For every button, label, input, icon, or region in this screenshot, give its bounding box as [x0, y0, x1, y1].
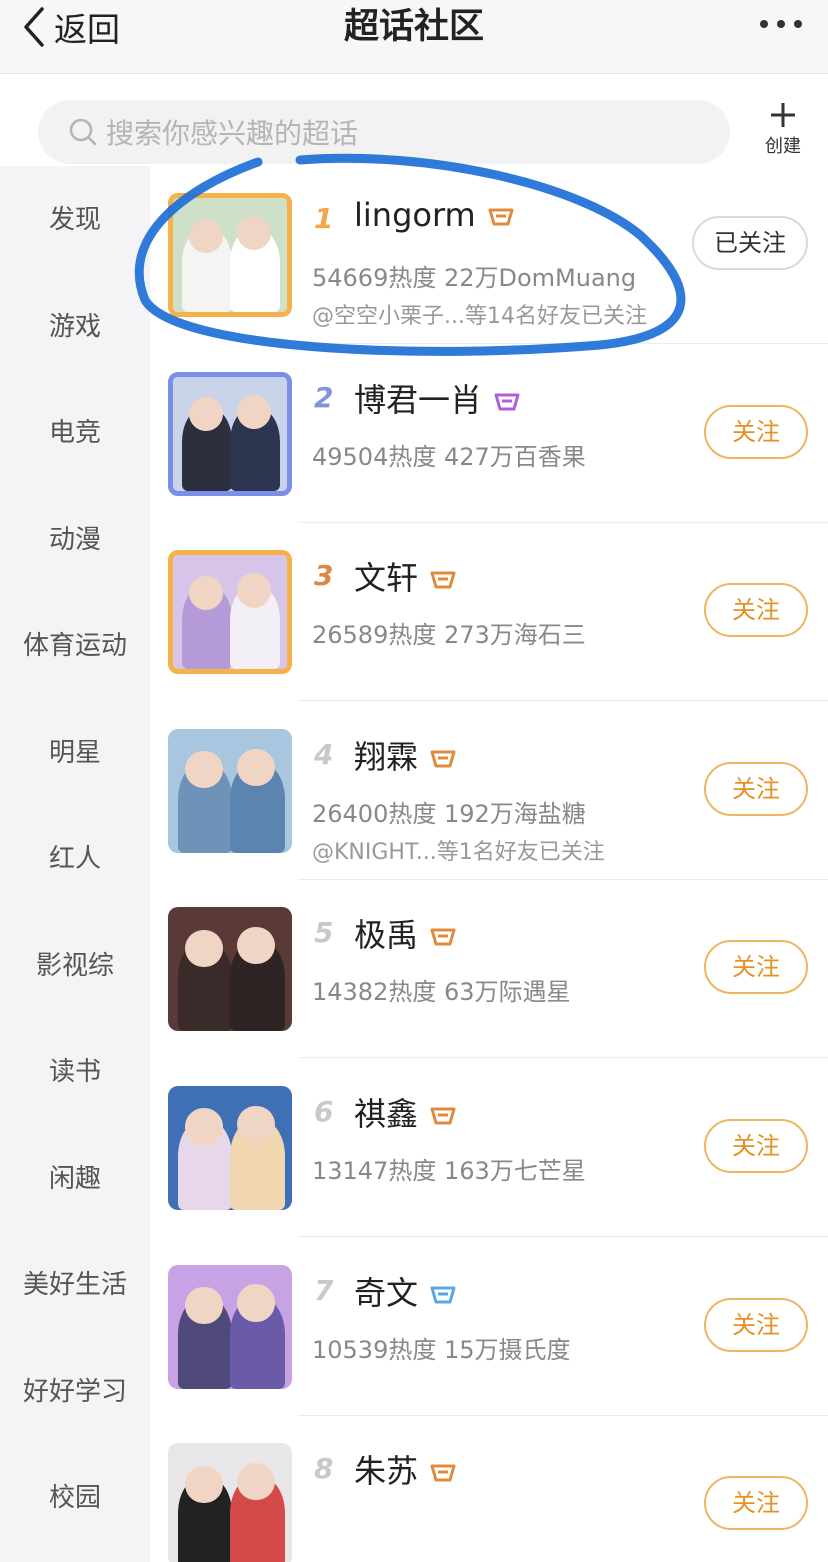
sidebar-item[interactable]: 校园 — [0, 1478, 150, 1518]
topic-stats: 10539热度 15万摄氏度 — [312, 1335, 571, 1364]
topic-name[interactable]: 奇文 — [354, 1268, 458, 1314]
topic-name[interactable]: 博君一肖 — [354, 375, 522, 421]
sidebar-item[interactable]: 动漫 — [0, 520, 150, 560]
list-item[interactable]: 7 奇文 10539热度 15万摄氏度 关注 — [150, 1238, 828, 1416]
topic-stats: 26589热度 273万海石三 — [312, 621, 586, 650]
topic-avatar[interactable] — [168, 1086, 292, 1210]
rank-number: 7 — [314, 1273, 334, 1307]
sidebar-item[interactable]: 体育运动 — [0, 626, 150, 666]
more-dots-icon[interactable] — [760, 20, 802, 28]
list-item[interactable]: 6 祺鑫 13147热度 163万七芒星 关注 — [150, 1059, 828, 1237]
search-placeholder: 搜索你感兴趣的超话 — [106, 117, 359, 150]
topic-stats: 14382热度 63万际遇星 — [312, 978, 571, 1007]
topic-name[interactable]: 翔霖 — [354, 732, 458, 778]
sidebar-item[interactable]: 读书 — [0, 1052, 150, 1092]
topic-stats: 26400热度 192万海盐糖 — [312, 799, 586, 828]
level-badge-icon — [488, 208, 514, 226]
rank-number: 3 — [314, 559, 334, 593]
rank-number: 8 — [314, 1452, 334, 1486]
list-item[interactable]: 3 文轩 26589热度 273万海石三 关注 — [150, 523, 828, 702]
create-button[interactable]: 创建 — [760, 100, 806, 158]
topic-avatar[interactable] — [168, 907, 292, 1032]
search-input[interactable]: 搜索你感兴趣的超话 — [38, 100, 730, 164]
follow-button[interactable]: 关注 — [704, 1297, 808, 1352]
follow-button[interactable]: 关注 — [704, 1476, 808, 1531]
topic-avatar[interactable] — [168, 728, 292, 853]
level-badge-icon — [430, 571, 456, 589]
topic-stats: 49504热度 427万百香果 — [312, 442, 586, 471]
follow-button[interactable]: 关注 — [704, 404, 808, 459]
topic-stats: 54669热度 22万DomMuang — [312, 264, 637, 292]
category-sidebar: 发现游戏电竞动漫体育运动明星红人影视综读书闲趣美好生活好好学习校园 — [0, 166, 150, 1562]
topic-name-label: 翔霖 — [354, 737, 419, 776]
top-navigation-bar: 返回 超话社区 — [0, 0, 828, 74]
topic-name-label: 文轩 — [354, 559, 419, 598]
topic-avatar[interactable] — [168, 1443, 292, 1562]
level-badge-icon — [430, 1286, 456, 1304]
friends-followed-text: @空空小栗子...等14名好友已关注 — [312, 304, 647, 329]
follow-button[interactable]: 关注 — [704, 761, 808, 816]
level-badge-icon — [430, 750, 456, 768]
sidebar-item[interactable]: 电竞 — [0, 413, 150, 453]
list-item[interactable]: 4 翔霖 26400热度 192万海盐糖 @KNIGHT...等1名好友已关注 关注 — [150, 702, 828, 880]
list-item[interactable]: 5 极禹 14382热度 63万际遇星 关注 — [150, 880, 828, 1059]
sidebar-item[interactable]: 好好学习 — [0, 1372, 150, 1412]
level-badge-icon — [494, 393, 520, 411]
sidebar-item[interactable]: 红人 — [0, 839, 150, 879]
sidebar-item[interactable]: 美好生活 — [0, 1265, 150, 1305]
topic-name-label: 朱苏 — [354, 1452, 419, 1491]
search-icon — [69, 118, 97, 146]
sidebar-item[interactable]: 闲趣 — [0, 1159, 150, 1199]
plus-icon — [771, 103, 795, 127]
list-item[interactable]: 1 lingorm 54669热度 22万DomMuang @空空小栗子...等14名… — [150, 166, 828, 344]
follow-button[interactable]: 关注 — [704, 940, 808, 995]
create-label: 创建 — [765, 136, 801, 157]
topic-avatar[interactable] — [168, 550, 292, 675]
page-title: 超话社区 — [343, 7, 484, 47]
topic-name[interactable]: lingorm — [354, 196, 516, 234]
followed-button[interactable]: 已关注 — [692, 216, 808, 270]
topic-avatar[interactable] — [168, 1264, 292, 1389]
topic-name[interactable]: 极禹 — [354, 910, 458, 956]
topic-stats: 13147热度 163万七芒星 — [312, 1157, 586, 1185]
list-item[interactable]: 2 博君一肖 49504热度 427万百香果 关注 — [150, 345, 828, 523]
level-badge-icon — [430, 1107, 456, 1125]
topic-avatar[interactable] — [168, 371, 292, 496]
rank-number: 4 — [314, 737, 334, 771]
follow-button[interactable]: 关注 — [704, 1119, 808, 1173]
topic-name-label: lingorm — [354, 196, 476, 234]
topic-name-label: 奇文 — [354, 1273, 419, 1312]
topic-name[interactable]: 祺鑫 — [354, 1089, 458, 1135]
follow-button[interactable]: 关注 — [704, 583, 808, 638]
list-item[interactable]: 8 朱苏关注 — [150, 1416, 828, 1562]
sidebar-item[interactable]: 游戏 — [0, 307, 150, 347]
rank-number: 2 — [314, 380, 334, 414]
topic-avatar[interactable] — [168, 193, 292, 317]
sidebar-item[interactable]: 影视综 — [0, 946, 150, 986]
level-badge-icon — [430, 928, 456, 946]
topic-name[interactable]: 文轩 — [354, 553, 458, 599]
sidebar-item[interactable]: 明星 — [0, 733, 150, 773]
rank-number: 5 — [314, 916, 334, 950]
friends-followed-text: @KNIGHT...等1名好友已关注 — [312, 839, 605, 865]
topic-name[interactable]: 朱苏 — [354, 1446, 458, 1492]
level-badge-icon — [430, 1464, 456, 1482]
topic-name-label: 博君一肖 — [354, 380, 483, 419]
rank-number: 6 — [314, 1095, 334, 1128]
topic-name-label: 极禹 — [354, 916, 419, 955]
sidebar-item[interactable]: 发现 — [0, 200, 150, 240]
topic-name-label: 祺鑫 — [354, 1095, 419, 1133]
rank-number: 1 — [314, 202, 334, 235]
